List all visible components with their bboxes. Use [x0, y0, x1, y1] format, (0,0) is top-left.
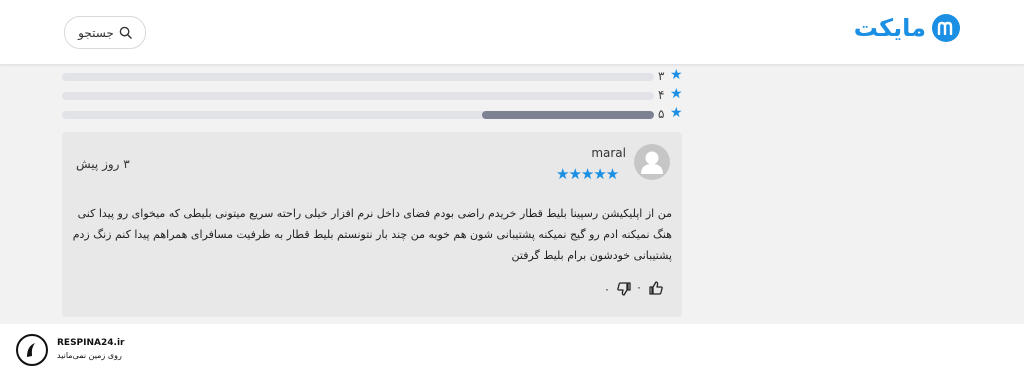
rating-level-label: ۳	[658, 69, 665, 83]
rating-level-label: ۵	[658, 107, 665, 121]
search-icon	[119, 26, 132, 39]
rating-bar-track	[62, 92, 654, 100]
app-header: مایکت جستجو	[0, 0, 1024, 65]
respina-logo-icon	[16, 334, 48, 366]
rating-bar-fill	[482, 111, 654, 119]
watermark-footer: RESPINA24.ir روی زمین نمی‌مانید	[0, 324, 1024, 384]
dislike-count: ۰	[604, 283, 610, 296]
review-card: maral ★★★★★ ۳ روز پیش من از اپلیکیشن رسپ…	[62, 132, 682, 317]
rating-level-label: ۴	[658, 88, 665, 102]
review-time: ۳ روز پیش	[76, 157, 130, 171]
review-username: maral	[591, 146, 626, 160]
avatar	[634, 144, 670, 180]
star-icon: ★	[670, 86, 683, 102]
star-icon: ★	[670, 105, 683, 121]
myket-logo-icon	[932, 14, 960, 42]
star-icon: ★	[670, 67, 683, 83]
search-label: جستجو	[78, 25, 114, 40]
footer-title: RESPINA24.ir	[57, 338, 125, 348]
rating-bar-track	[62, 111, 654, 119]
brand-name: مایکت	[853, 14, 926, 42]
brand-logo[interactable]: مایکت	[854, 14, 960, 42]
like-count: ۰	[636, 281, 642, 294]
rating-bar-track	[62, 73, 654, 81]
review-text: من از اپلیکیشن رسپینا بلیط قطار خریدم را…	[72, 207, 672, 262]
user-avatar-icon	[641, 151, 663, 174]
footer-subtitle: روی زمین نمی‌مانید	[57, 351, 122, 360]
review-stars: ★★★★★	[556, 165, 619, 183]
rating-row-3: ۳ ★	[62, 67, 684, 84]
rating-row-5: ۵ ★	[62, 105, 684, 122]
rating-row-4: ۴ ★	[62, 86, 684, 103]
search-button[interactable]: جستجو	[64, 16, 146, 49]
thumbs-down-icon[interactable]	[616, 281, 632, 297]
thumbs-up-icon[interactable]	[648, 280, 664, 296]
